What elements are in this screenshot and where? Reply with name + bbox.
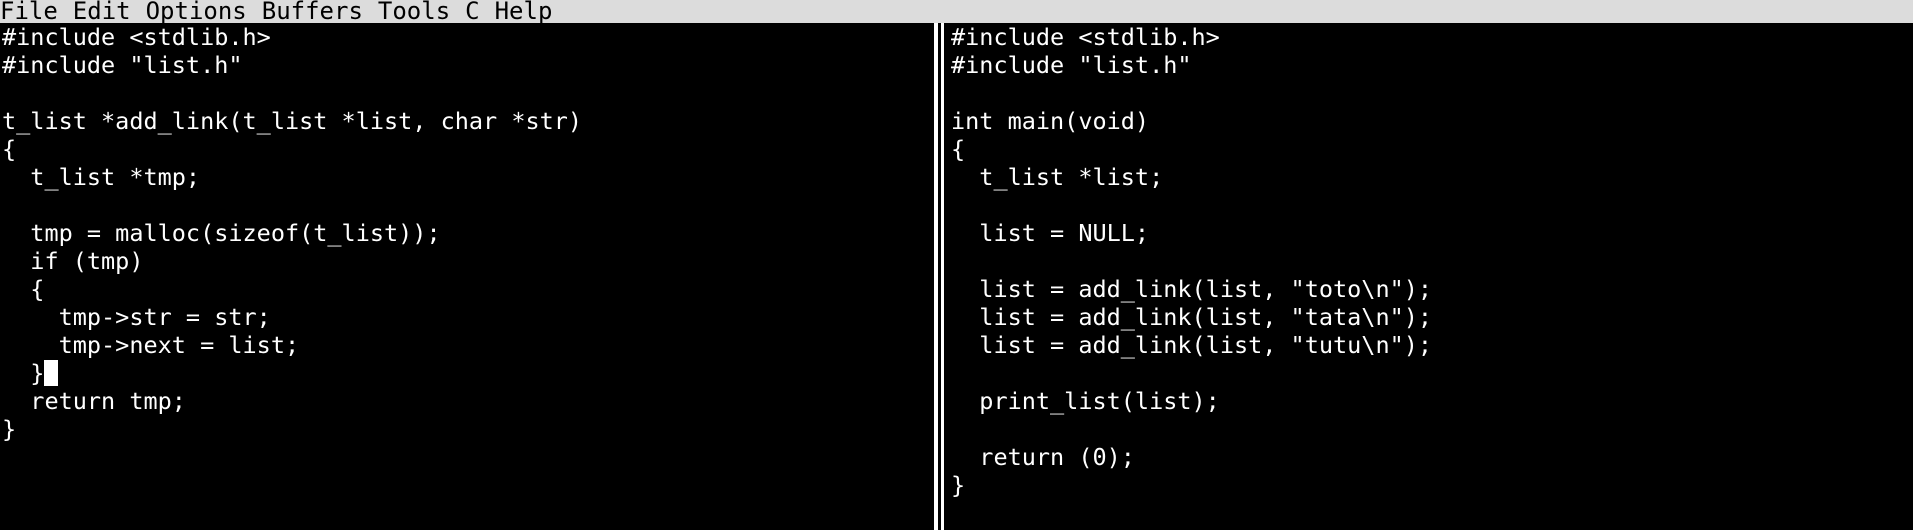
- code-line: #include <stdlib.h>: [2, 23, 271, 51]
- code-line: tmp->next = list;: [2, 331, 300, 359]
- text-cursor: [44, 360, 59, 386]
- code-line: print_list(list);: [951, 387, 1220, 415]
- code-line: #include "list.h": [951, 51, 1192, 79]
- menu-tools[interactable]: Tools: [378, 0, 465, 23]
- menu-bar: File Edit Options Buffers Tools C Help: [0, 0, 1913, 23]
- menu-edit[interactable]: Edit: [73, 0, 146, 23]
- code-line: tmp = malloc(sizeof(t_list));: [2, 219, 441, 247]
- left-editor-pane[interactable]: #include <stdlib.h> #include "list.h" t_…: [0, 23, 930, 530]
- code-line: if (tmp): [2, 247, 144, 275]
- code-line: {: [951, 135, 966, 163]
- code-line: t_list *list;: [951, 163, 1164, 191]
- menu-c[interactable]: C: [465, 0, 494, 23]
- code-line: int main(void): [951, 107, 1150, 135]
- code-line: list = add_link(list, "toto\n");: [951, 275, 1433, 303]
- code-line: }: [2, 415, 17, 443]
- code-line: tmp->str = str;: [2, 303, 271, 331]
- code-line: return (0);: [951, 443, 1135, 471]
- code-line: {: [2, 135, 17, 163]
- code-line: t_list *tmp;: [2, 163, 201, 191]
- code-line: return tmp;: [2, 387, 186, 415]
- right-editor-pane[interactable]: #include <stdlib.h> #include "list.h" in…: [949, 23, 1913, 530]
- code-line: #include "list.h": [2, 51, 243, 79]
- code-line: list = add_link(list, "tata\n");: [951, 303, 1433, 331]
- window-divider-inner: [938, 23, 941, 530]
- menu-help[interactable]: Help: [495, 0, 568, 23]
- code-line: list = NULL;: [951, 219, 1150, 247]
- code-line: #include <stdlib.h>: [951, 23, 1220, 51]
- code-line-text: }: [2, 359, 45, 387]
- code-line: }: [951, 471, 966, 499]
- code-line-with-cursor: }: [0, 359, 930, 387]
- menu-file[interactable]: File: [0, 0, 73, 23]
- code-line: {: [2, 275, 45, 303]
- menu-buffers[interactable]: Buffers: [262, 0, 378, 23]
- menu-options[interactable]: Options: [146, 0, 262, 23]
- code-line: t_list *add_link(t_list *list, char *str…: [2, 107, 583, 135]
- code-line: list = add_link(list, "tutu\n");: [951, 331, 1433, 359]
